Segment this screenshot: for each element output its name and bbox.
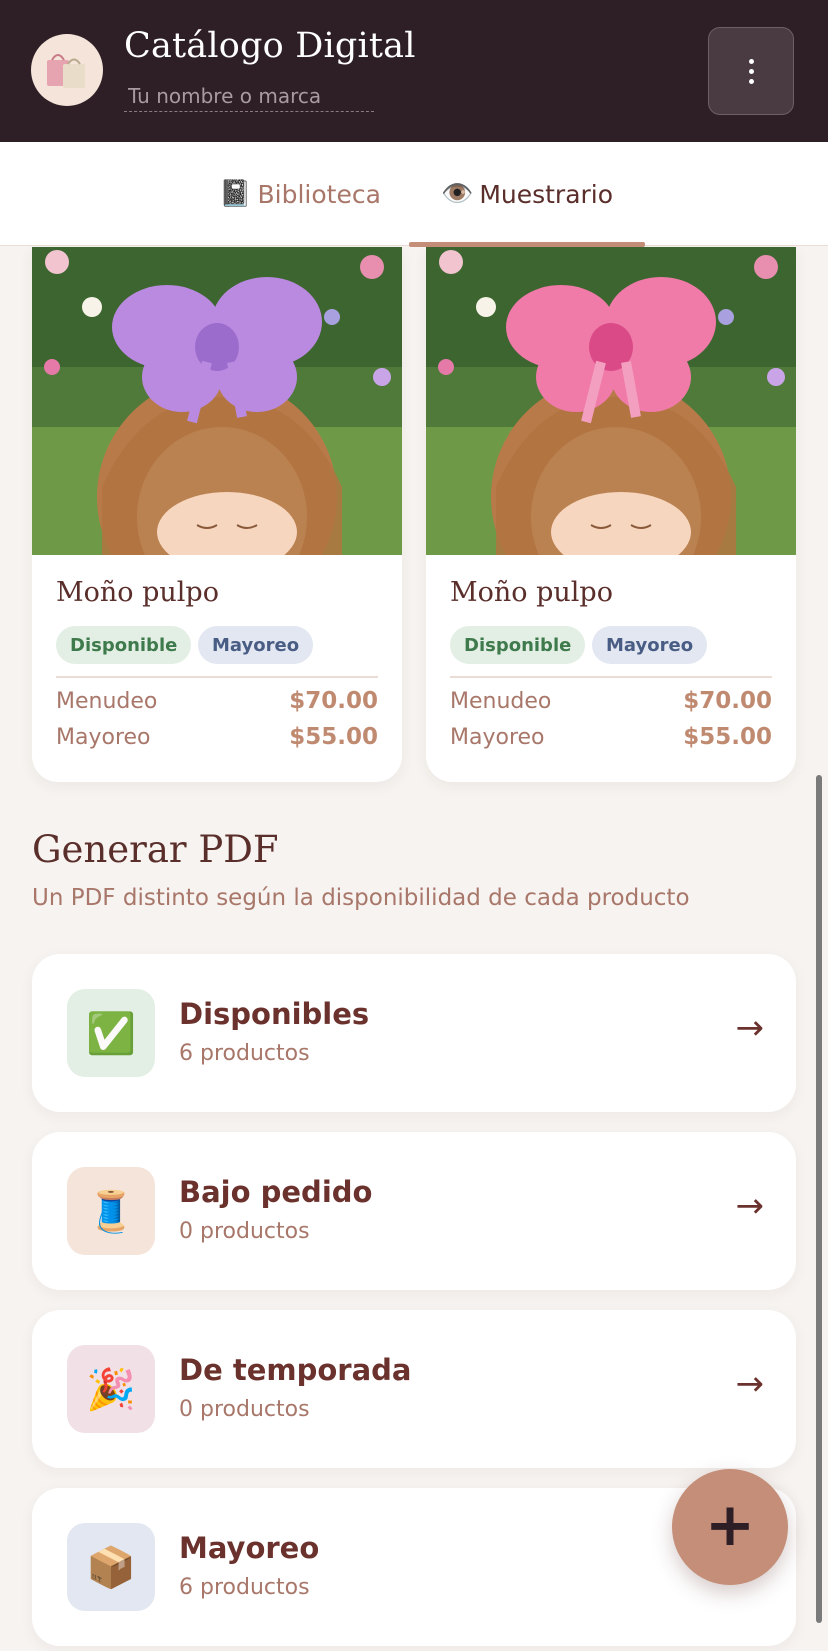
- check-icon: ✅: [67, 989, 155, 1077]
- price-value: $70.00: [289, 688, 378, 714]
- pdf-category-disponibles[interactable]: ✅ Disponibles 6 productos →: [32, 954, 796, 1112]
- kebab-menu-icon: [748, 58, 754, 84]
- view-tabs: 📓 Biblioteca 👁️ Muestrario: [0, 142, 828, 247]
- thread-spool-icon: 🧵: [67, 1167, 155, 1255]
- arrow-right-icon: →: [735, 1364, 765, 1404]
- package-icon: 📦: [67, 1523, 155, 1611]
- shopping-bags-icon: [31, 34, 103, 106]
- brand-name-input[interactable]: [124, 80, 374, 112]
- eye-icon: 👁️: [440, 179, 474, 209]
- tab-muestrario[interactable]: 👁️ Muestrario: [409, 142, 645, 247]
- pdf-category-de-temporada[interactable]: 🎉 De temporada 0 productos →: [32, 1310, 796, 1468]
- add-product-button[interactable]: +: [672, 1469, 788, 1585]
- category-title: Disponibles: [179, 997, 370, 1031]
- category-title: De temporada: [179, 1353, 412, 1387]
- section-title: Generar PDF: [32, 828, 279, 871]
- price-label: Menudeo: [450, 688, 552, 714]
- price-label: Mayoreo: [56, 724, 151, 750]
- wholesale-badge: Mayoreo: [592, 626, 708, 664]
- price-row: Mayoreo $55.00: [450, 724, 772, 750]
- product-card[interactable]: Moño pulpo Disponible Mayoreo Menudeo $7…: [32, 247, 402, 782]
- price-label: Menudeo: [56, 688, 158, 714]
- price-value: $55.00: [289, 724, 378, 750]
- category-count: 6 productos: [179, 1041, 310, 1066]
- wholesale-badge: Mayoreo: [198, 626, 314, 664]
- divider: [56, 676, 378, 678]
- plus-icon: +: [704, 1490, 756, 1560]
- tab-label: Muestrario: [479, 179, 614, 209]
- product-name: Moño pulpo: [450, 577, 613, 608]
- divider: [450, 676, 772, 678]
- price-label: Mayoreo: [450, 724, 545, 750]
- status-badge: Disponible: [450, 626, 586, 664]
- status-badge: Disponible: [56, 626, 192, 664]
- arrow-right-icon: →: [735, 1186, 765, 1226]
- category-title: Bajo pedido: [179, 1175, 373, 1209]
- app-title: Catálogo Digital: [124, 26, 416, 66]
- tab-label: Biblioteca: [257, 179, 381, 209]
- arrow-right-icon: →: [735, 1008, 765, 1048]
- product-name: Moño pulpo: [56, 577, 219, 608]
- price-row: Mayoreo $55.00: [56, 724, 378, 750]
- category-count: 6 productos: [179, 1575, 310, 1600]
- price-row: Menudeo $70.00: [56, 688, 378, 714]
- product-card[interactable]: Moño pulpo Disponible Mayoreo Menudeo $7…: [426, 247, 796, 782]
- party-popper-icon: 🎉: [67, 1345, 155, 1433]
- category-count: 0 productos: [179, 1219, 310, 1244]
- more-menu-button[interactable]: [708, 27, 794, 115]
- product-photo: [32, 247, 402, 555]
- price-value: $70.00: [683, 688, 772, 714]
- scrollbar[interactable]: [816, 775, 822, 1623]
- app-header: Catálogo Digital: [0, 0, 828, 142]
- category-title: Mayoreo: [179, 1531, 320, 1565]
- price-value: $55.00: [683, 724, 772, 750]
- product-photo: [426, 247, 796, 555]
- section-subtitle: Un PDF distinto según la disponibilidad …: [32, 885, 690, 911]
- pdf-category-bajo-pedido[interactable]: 🧵 Bajo pedido 0 productos →: [32, 1132, 796, 1290]
- category-count: 0 productos: [179, 1397, 310, 1422]
- price-row: Menudeo $70.00: [450, 688, 772, 714]
- tab-biblioteca[interactable]: 📓 Biblioteca: [210, 142, 390, 246]
- notebook-icon: 📓: [219, 179, 252, 209]
